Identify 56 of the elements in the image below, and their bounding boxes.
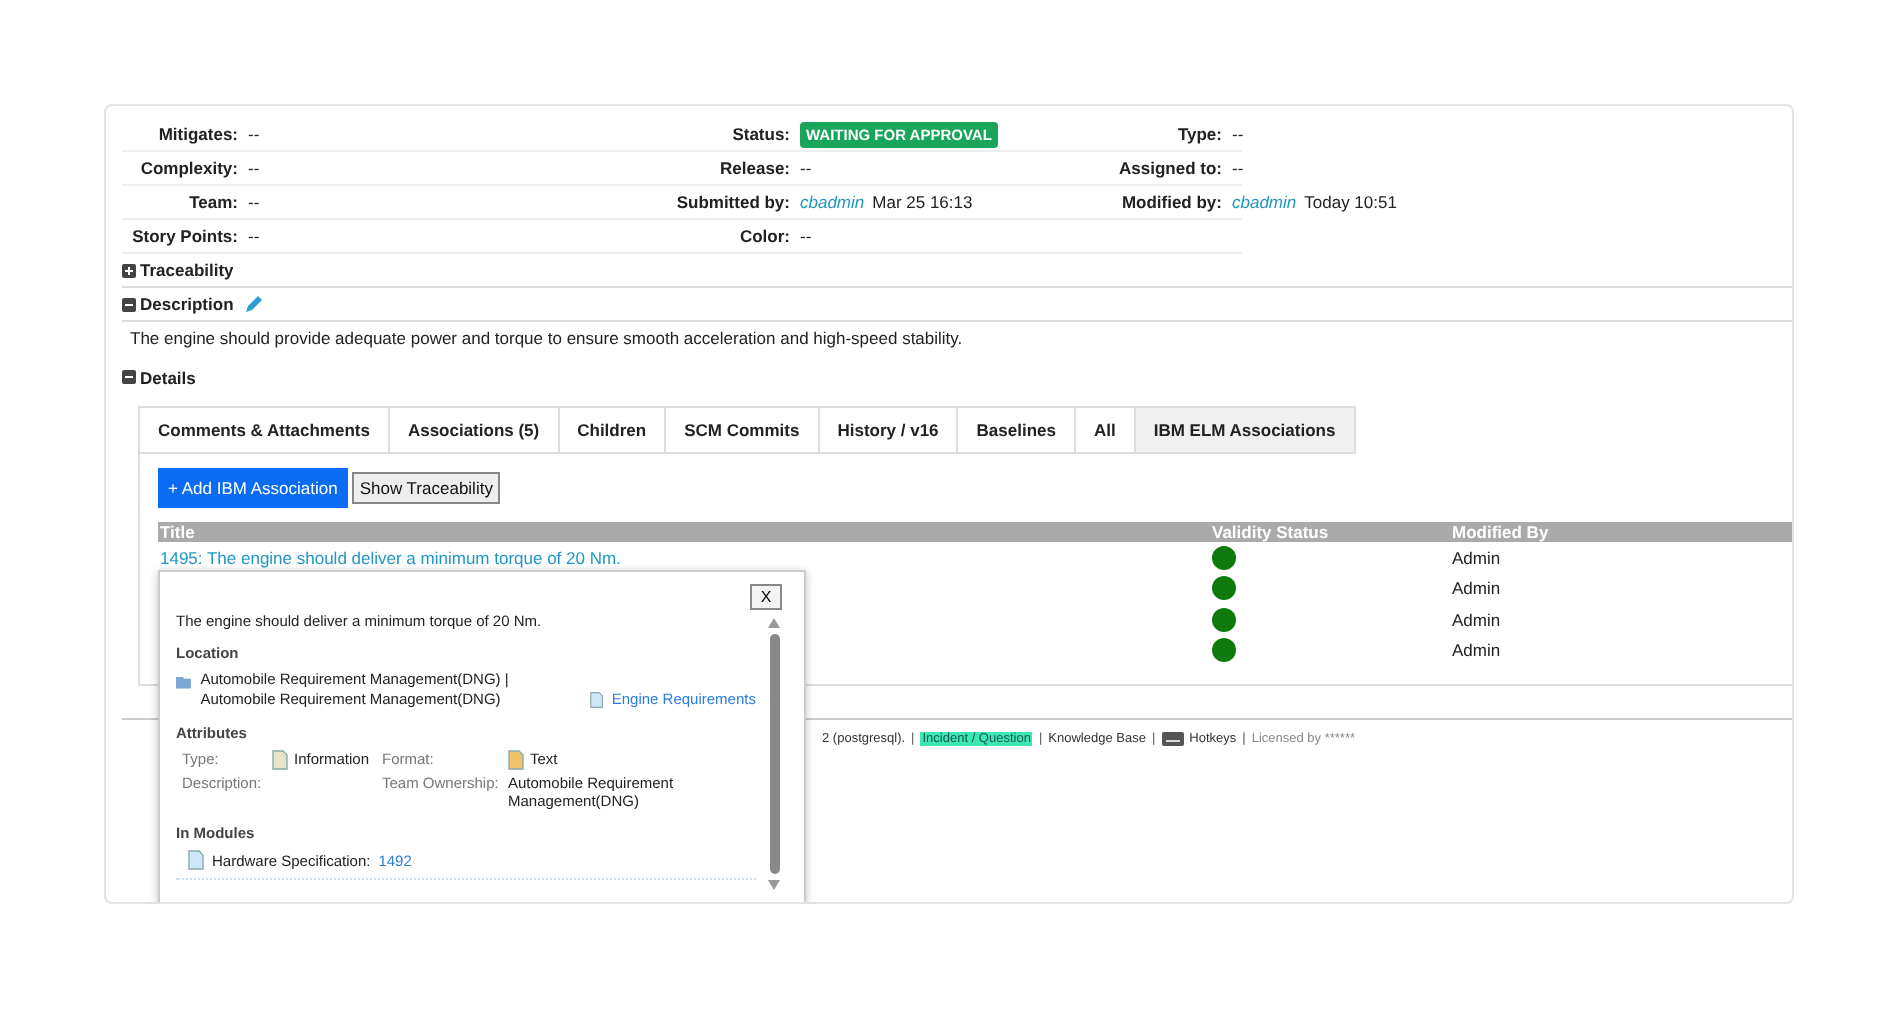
field-label: Type: xyxy=(1175,124,1222,144)
tab[interactable]: History / v16 xyxy=(817,406,957,454)
field-value: -- xyxy=(248,226,262,246)
table-cell-text: Admin xyxy=(1452,609,1503,630)
traceability-button[interactable]: Show Traceability xyxy=(351,472,501,504)
column-header: Validity Status xyxy=(1212,522,1331,542)
field-label: Submitted by: xyxy=(674,192,790,212)
field-label: Mitigates: xyxy=(156,124,238,144)
document-icon xyxy=(590,690,604,711)
field-label: Story Points: xyxy=(130,226,238,246)
tab[interactable]: Baselines xyxy=(956,406,1074,454)
field-label: Release: xyxy=(718,158,790,178)
field-value: -- xyxy=(1232,158,1244,178)
tab[interactable]: Associations (5) xyxy=(387,406,558,454)
field-label: Team: xyxy=(187,192,238,212)
field-label: Modified by: xyxy=(1119,192,1222,212)
field-value: -- xyxy=(800,226,814,246)
field-label: Color: xyxy=(737,226,790,246)
field-label: Status: xyxy=(730,124,790,144)
close-button[interactable]: X xyxy=(750,584,782,610)
section-title[interactable]: Details xyxy=(140,367,196,387)
collapse-icon[interactable] xyxy=(122,297,136,311)
keyboard-icon xyxy=(1161,732,1184,746)
table-cell-text: Admin xyxy=(1452,547,1503,568)
tab[interactable]: All xyxy=(1073,406,1134,454)
document-icon xyxy=(188,850,204,871)
text-file-icon xyxy=(508,750,524,771)
tab[interactable]: Comments & Attachments xyxy=(138,406,388,454)
field-label: Assigned to: xyxy=(1117,158,1222,178)
table-cell-text: Admin xyxy=(1452,578,1503,599)
field-value: -- xyxy=(248,124,262,144)
popup-scrollbar[interactable] xyxy=(767,618,781,890)
add-button[interactable]: + Add IBM Association xyxy=(158,468,348,508)
column-header: Modified By xyxy=(1452,522,1551,542)
description-text: The engine should provide adequate power and torque to ensure smooth acceleration and high-speed stability. xyxy=(130,328,965,348)
arrow-up-icon[interactable] xyxy=(768,618,780,628)
tab[interactable]: Children xyxy=(557,406,665,454)
field-value: -- xyxy=(800,158,814,178)
field-label: Complexity: xyxy=(138,158,238,178)
tab[interactable]: SCM Commits xyxy=(664,406,818,454)
collapse-icon[interactable] xyxy=(122,370,136,384)
pencil-icon[interactable] xyxy=(243,294,264,314)
field-value: -- xyxy=(248,158,262,178)
document-icon xyxy=(272,750,288,771)
field-value: -- xyxy=(248,192,262,212)
column-header: Title xyxy=(160,522,197,542)
expand-icon[interactable] xyxy=(122,263,136,277)
field-value: Today 10:51 xyxy=(1304,192,1397,212)
tab[interactable]: IBM ELM Associations xyxy=(1133,406,1356,454)
section-title[interactable]: Traceability xyxy=(140,260,234,280)
arrow-down-icon[interactable] xyxy=(768,880,780,890)
field-value: -- xyxy=(1232,124,1244,144)
folder-icon xyxy=(176,674,193,690)
section-title[interactable]: Description xyxy=(140,294,234,314)
field-value: Mar 25 16:13 xyxy=(872,192,973,212)
table-cell-text: Admin xyxy=(1452,640,1503,661)
